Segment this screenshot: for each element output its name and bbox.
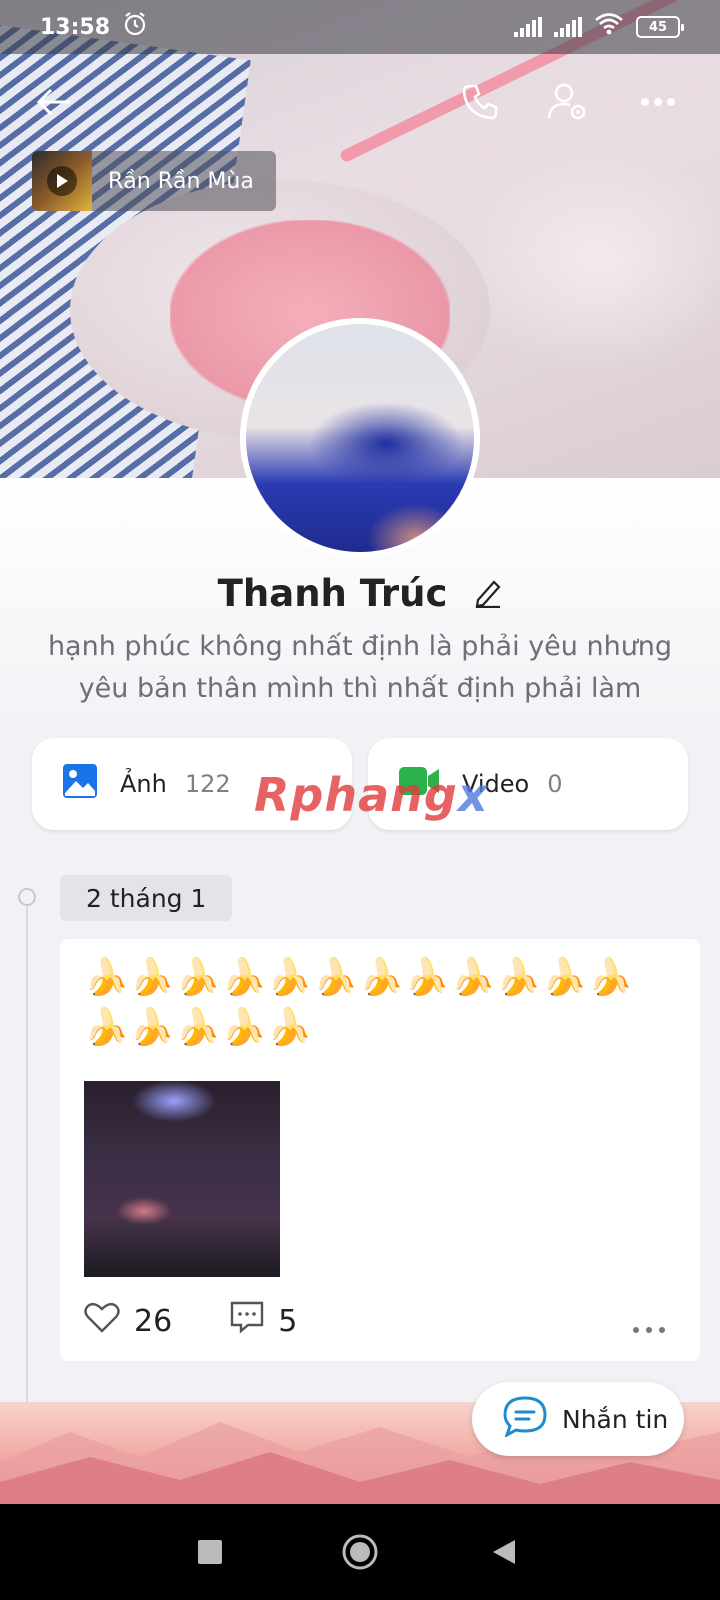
music-title: Rần Rần Mùa — [108, 168, 254, 194]
bio-line: yêu bản thân mình thì nhất định phải làm — [78, 673, 642, 704]
timeline-dot — [18, 888, 36, 906]
home-icon[interactable] — [340, 1532, 380, 1572]
back-arrow-icon[interactable] — [30, 78, 78, 126]
profile-name-text: Thanh Trúc — [217, 572, 448, 615]
avatar[interactable] — [240, 318, 480, 558]
comment-count: 5 — [278, 1303, 298, 1339]
signal-icon — [514, 17, 542, 37]
photos-label: Ảnh — [120, 770, 167, 798]
system-nav-bar — [0, 1504, 720, 1600]
like-heart-icon[interactable] — [84, 1301, 120, 1341]
profile-settings-icon[interactable] — [544, 78, 592, 126]
message-button-label: Nhắn tin — [562, 1404, 669, 1434]
timeline-date: 2 tháng 1 — [60, 875, 233, 921]
chat-bubble-icon — [502, 1395, 548, 1443]
profile-name: Thanh Trúc — [0, 572, 720, 617]
wifi-icon — [594, 12, 624, 42]
edit-pencil-icon[interactable] — [474, 574, 502, 617]
signal-icon-2 — [554, 17, 582, 37]
profile-bio: hạnh phúc không nhất định là phải yêu nh… — [40, 626, 680, 710]
recent-apps-icon[interactable] — [190, 1532, 230, 1572]
post-more-icon[interactable] — [632, 1319, 666, 1338]
post-text: 🍌🍌🍌🍌🍌🍌🍌🍌🍌🍌🍌🍌 — [84, 957, 634, 998]
bio-line: hạnh phúc không nhất định là phải yêu nh… — [47, 631, 673, 662]
post-actions: 26 5 — [84, 1299, 684, 1343]
image-icon — [62, 763, 98, 805]
message-button[interactable]: Nhắn tin — [472, 1382, 684, 1456]
status-bar: 13:58 45 — [0, 0, 720, 54]
phone-icon[interactable] — [456, 78, 504, 126]
watermark: Rphangx — [254, 768, 489, 822]
more-options-icon[interactable] — [634, 78, 682, 126]
play-icon — [47, 166, 77, 196]
alarm-icon — [122, 11, 148, 43]
profile-music-chip[interactable]: Rần Rần Mùa — [32, 151, 276, 211]
battery-icon: 45 — [636, 16, 684, 38]
post-card[interactable]: 🍌🍌🍌🍌🍌🍌🍌🍌🍌🍌🍌🍌 🍌🍌🍌🍌🍌 26 5 — [60, 939, 700, 1361]
like-count: 26 — [134, 1303, 173, 1339]
photos-count: 122 — [184, 770, 231, 798]
post-photo[interactable] — [84, 1081, 280, 1277]
music-thumbnail — [32, 151, 92, 211]
status-time: 13:58 — [40, 14, 111, 40]
top-bar — [0, 62, 720, 142]
back-triangle-icon[interactable] — [484, 1532, 524, 1572]
comment-icon[interactable] — [230, 1301, 264, 1341]
videos-count: 0 — [547, 770, 563, 798]
post-text: 🍌🍌🍌🍌🍌 — [84, 1007, 314, 1048]
